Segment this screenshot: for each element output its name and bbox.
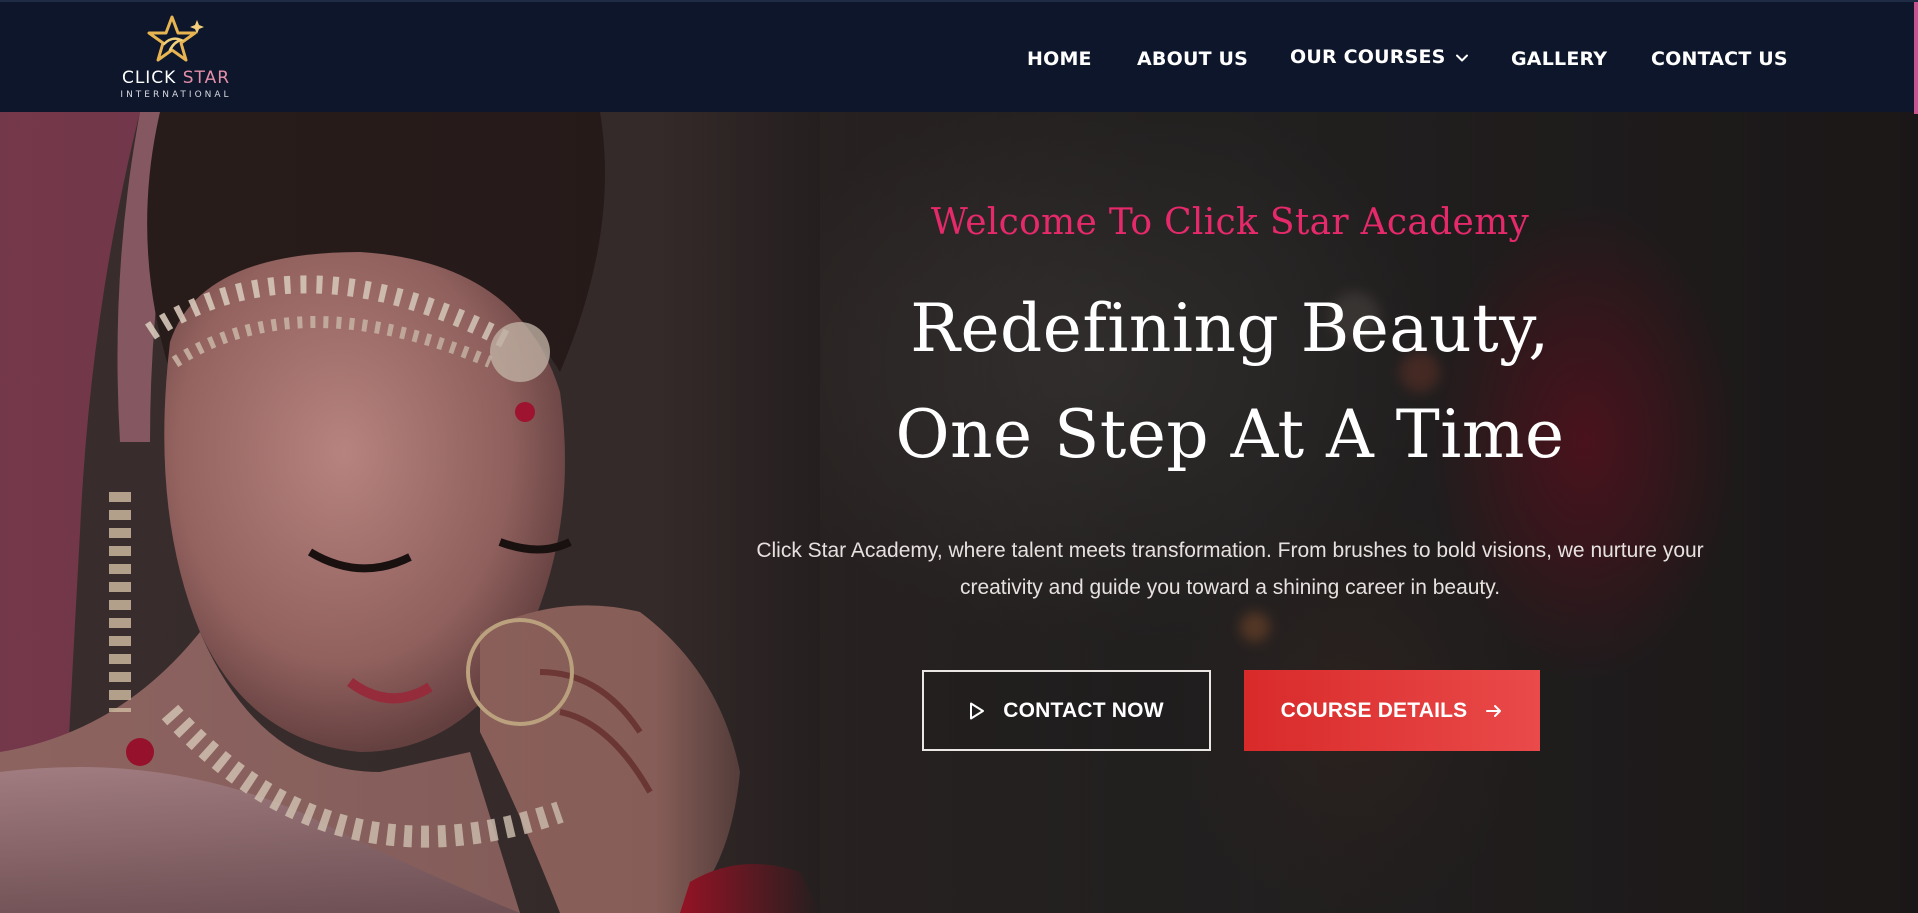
- nav-item-contact-us[interactable]: CONTACT US: [1651, 48, 1788, 70]
- page: CLICK STAR INTERNATIONAL HOME ABOUT US O…: [0, 0, 1918, 913]
- chevron-down-icon: [1455, 54, 1468, 62]
- nav-item-our-courses[interactable]: OUR COURSES: [1290, 46, 1470, 68]
- contact-now-button[interactable]: CONTACT NOW: [922, 670, 1211, 751]
- hero-description: Click Star Academy, where talent meets t…: [756, 539, 1704, 599]
- arrow-right-icon: [1486, 704, 1502, 717]
- nav-item-our-courses-label: OUR COURSES: [1290, 46, 1446, 68]
- course-details-label: COURSE DETAILS: [1280, 698, 1468, 722]
- nav-item-gallery[interactable]: GALLERY: [1511, 48, 1607, 70]
- contact-now-label: CONTACT NOW: [1003, 698, 1164, 722]
- hero-content: Welcome To Click Star Academy Redefining…: [700, 112, 1760, 913]
- site-header: CLICK STAR INTERNATIONAL HOME ABOUT US O…: [0, 0, 1918, 114]
- hero-headline-line1: Redefining Beauty,: [910, 290, 1550, 367]
- hero-section: Welcome To Click Star Academy Redefining…: [0, 112, 1918, 913]
- hero-eyebrow: Welcome To Click Star Academy: [930, 202, 1530, 243]
- nav-item-home[interactable]: HOME: [1027, 48, 1092, 70]
- course-details-button[interactable]: COURSE DETAILS: [1244, 670, 1540, 751]
- hero-headline-line2: One Step At A Time: [895, 396, 1565, 473]
- scrollbar[interactable]: [1914, 2, 1918, 114]
- nav-item-about-us[interactable]: ABOUT US: [1137, 48, 1248, 70]
- play-icon: [970, 702, 985, 719]
- main-nav: HOME ABOUT US OUR COURSES GALLERY CONTAC…: [0, 2, 1918, 114]
